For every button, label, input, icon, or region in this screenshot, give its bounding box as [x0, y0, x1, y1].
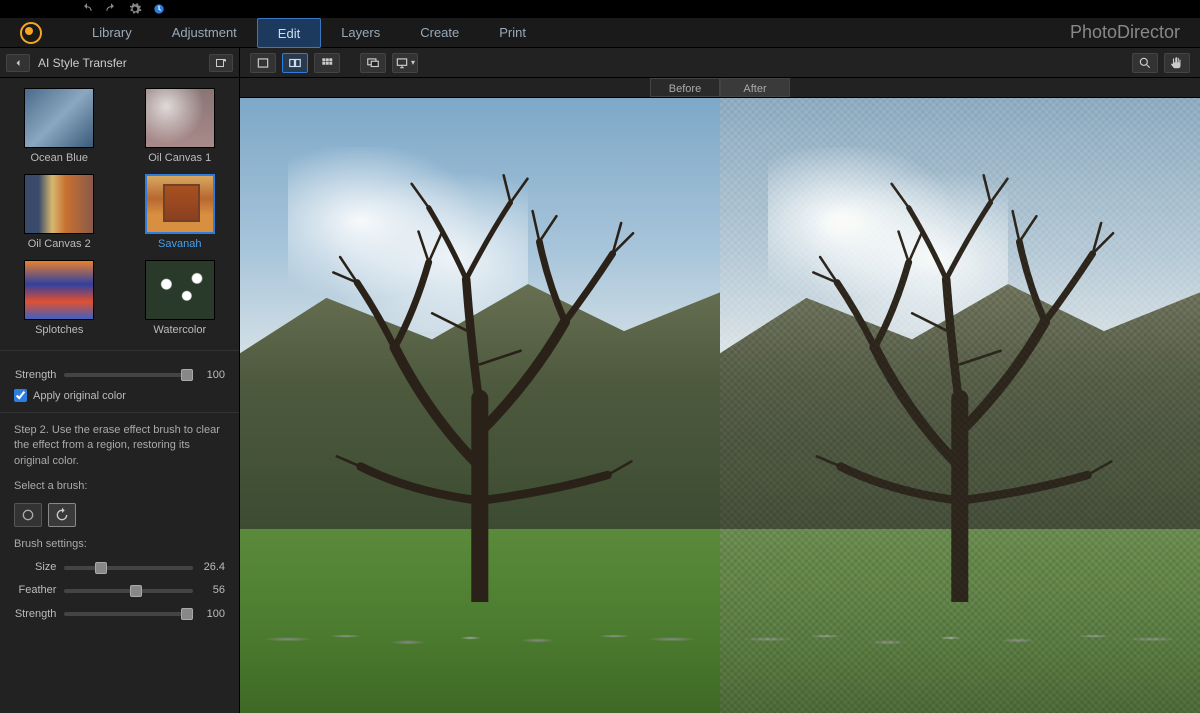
size-value: 26.4 — [201, 560, 225, 575]
zoom-tool-button[interactable] — [1132, 53, 1158, 73]
size-label: Size — [14, 560, 56, 575]
style-splotches[interactable]: Splotches — [8, 260, 111, 336]
size-slider[interactable] — [64, 566, 193, 570]
tab-create[interactable]: Create — [400, 18, 479, 48]
brush-settings-label: Brush settings: — [14, 537, 225, 552]
main-tab-bar: Library Adjustment Edit Layers Create Pr… — [0, 18, 1200, 48]
style-label: Ocean Blue — [31, 152, 88, 164]
select-brush-label: Select a brush: — [14, 479, 225, 494]
style-label: Oil Canvas 1 — [148, 152, 211, 164]
apply-original-color-row[interactable]: Apply original color — [14, 389, 225, 402]
undo-icon[interactable] — [80, 2, 94, 16]
canvas-area: ▾ Before After — [240, 48, 1200, 713]
view-single-button[interactable] — [250, 53, 276, 73]
step2-text: Step 2. Use the erase effect brush to cl… — [14, 423, 225, 469]
gear-icon[interactable] — [128, 2, 142, 16]
left-panel: AI Style Transfer Ocean Blue Oil Canvas … — [0, 48, 240, 713]
redo-icon[interactable] — [104, 2, 118, 16]
tab-library[interactable]: Library — [72, 18, 152, 48]
before-label[interactable]: Before — [650, 78, 720, 97]
strength-slider[interactable] — [64, 373, 193, 377]
tab-layers[interactable]: Layers — [321, 18, 400, 48]
feather-label: Feather — [14, 583, 56, 598]
strength-value: 100 — [201, 369, 225, 381]
view-grid-button[interactable] — [314, 53, 340, 73]
style-oil-canvas-1[interactable]: Oil Canvas 1 — [129, 88, 232, 164]
apply-original-color-label: Apply original color — [33, 390, 126, 402]
apply-original-color-checkbox[interactable] — [14, 389, 27, 402]
style-oil-canvas-2[interactable]: Oil Canvas 2 — [8, 174, 111, 250]
style-grid: Ocean Blue Oil Canvas 1 Oil Canvas 2 Sav… — [0, 78, 239, 346]
feather-value: 56 — [201, 583, 225, 598]
style-label: Oil Canvas 2 — [28, 238, 91, 250]
back-button[interactable] — [6, 54, 30, 72]
brush-erase-button[interactable] — [14, 503, 42, 527]
strength-label: Strength — [14, 369, 56, 381]
canvas-toolbar: ▾ — [240, 48, 1200, 78]
brush-strength-value: 100 — [201, 607, 225, 622]
step2-section: Step 2. Use the erase effect brush to cl… — [0, 412, 239, 640]
brush-strength-label: Strength — [14, 607, 56, 622]
system-titlebar — [0, 0, 1200, 18]
tab-edit[interactable]: Edit — [257, 18, 321, 48]
app-logo-icon — [20, 22, 42, 44]
panel-title: AI Style Transfer — [38, 56, 201, 70]
secondary-monitor-button[interactable] — [360, 53, 386, 73]
tree-graphic — [307, 160, 653, 603]
brush-restore-button[interactable] — [48, 503, 76, 527]
style-thumb — [145, 174, 215, 234]
style-label: Savanah — [158, 238, 201, 250]
tab-adjustment[interactable]: Adjustment — [152, 18, 257, 48]
style-controls: Strength 100 Apply original color — [0, 350, 239, 412]
style-ocean-blue[interactable]: Ocean Blue — [8, 88, 111, 164]
style-label: Splotches — [35, 324, 83, 336]
after-pane — [720, 98, 1200, 713]
panel-header: AI Style Transfer — [0, 48, 239, 78]
style-label: Watercolor — [153, 324, 206, 336]
style-watercolor[interactable]: Watercolor — [129, 260, 232, 336]
feather-slider[interactable] — [64, 589, 193, 593]
tab-print[interactable]: Print — [479, 18, 546, 48]
app-brand: PhotoDirector — [1070, 22, 1180, 43]
before-pane — [240, 98, 720, 713]
compare-labels: Before After — [240, 78, 1200, 98]
after-label[interactable]: After — [720, 78, 790, 97]
display-dropdown-button[interactable]: ▾ — [392, 53, 418, 73]
style-thumb — [24, 260, 94, 320]
pan-tool-button[interactable] — [1164, 53, 1190, 73]
export-panel-button[interactable] — [209, 54, 233, 72]
notification-icon[interactable] — [152, 2, 166, 16]
view-compare-button[interactable] — [282, 53, 308, 73]
style-thumb — [24, 174, 94, 234]
viewport[interactable] — [240, 98, 1200, 713]
style-thumb — [145, 260, 215, 320]
brush-strength-slider[interactable] — [64, 612, 193, 616]
style-savanah[interactable]: Savanah — [129, 174, 232, 250]
style-thumb — [24, 88, 94, 148]
style-thumb — [145, 88, 215, 148]
